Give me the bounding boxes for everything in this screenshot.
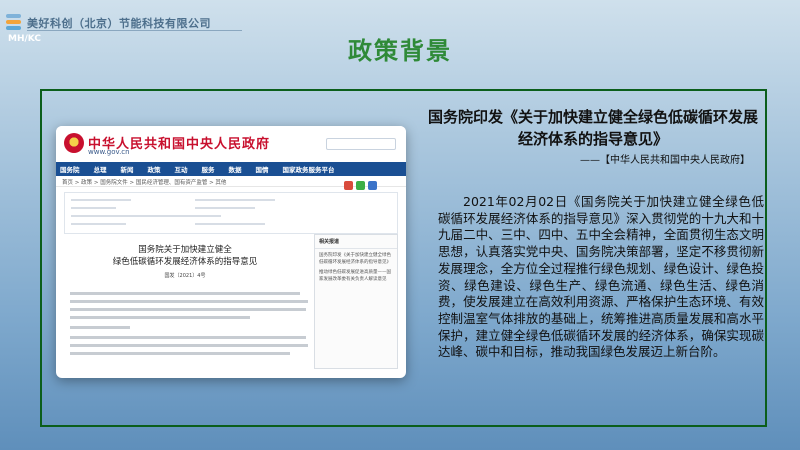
- gov-website-screenshot: 中华人民共和国中央人民政府 www.gov.cn 国务院 总理 新闻 政策 互动…: [56, 126, 406, 378]
- share-qzone-icon: [368, 181, 377, 190]
- policy-headline: 国务院印发《关于加快建立健全绿色低碳循环发展经济体系的指导意见》: [427, 108, 758, 148]
- gov-nav-item: 国务院: [60, 166, 80, 174]
- article-text-line: [70, 352, 290, 355]
- related-reports-heading: 相关报道: [315, 235, 397, 249]
- company-logo-icon: [6, 14, 22, 32]
- company-name: 美好科创（北京）节能科技有限公司: [27, 17, 211, 30]
- gov-nav-item: 政策: [147, 166, 161, 174]
- policy-source: ——【中华人民共和国中央人民政府】: [580, 155, 750, 166]
- share-wechat-icon: [356, 181, 365, 190]
- related-report-link: 国务院印发《关于加快建立健全绿色低碳循环发展经济体系的指导意见》: [319, 253, 391, 265]
- gov-nav-item: 服务: [201, 166, 215, 174]
- article-text-line: [70, 344, 308, 347]
- article-title: 国务院关于加快建立健全 绿色低碳循环发展经济体系的指导意见: [112, 245, 258, 267]
- article-text-line: [70, 336, 306, 339]
- article-text-line: [70, 300, 308, 303]
- gov-nav-item: 国家政务服务平台: [282, 166, 335, 174]
- document-meta-table: [64, 192, 398, 234]
- policy-body-text: 2021年02月02日《国务院关于加快建立健全绿色低碳循环发展经济体系的指导意见…: [438, 194, 764, 360]
- gov-site-header: 中华人民共和国中央人民政府 www.gov.cn: [56, 126, 406, 162]
- gov-nav-item: 总理: [93, 166, 107, 174]
- share-icons: [344, 181, 377, 190]
- article-number: 国发〔2021〕4号: [164, 273, 206, 279]
- national-emblem-icon: [64, 133, 84, 153]
- page-title: 政策背景: [348, 37, 452, 65]
- share-weibo-icon: [344, 181, 353, 190]
- article-text-line: [70, 292, 300, 295]
- gov-nav-item: 新闻: [120, 166, 134, 174]
- article-text-line: [70, 316, 250, 319]
- article-text-line: [70, 308, 306, 311]
- gov-site-url: www.gov.cn: [88, 148, 130, 156]
- gov-nav-item: 国情: [255, 166, 269, 174]
- related-reports-panel: 相关报道 国务院印发《关于加快建立健全绿色低碳循环发展经济体系的指导意见》 推动…: [314, 234, 398, 369]
- gov-search-box: [326, 138, 396, 150]
- gov-nav-item: 数据: [228, 166, 242, 174]
- gov-nav-bar: 国务院 总理 新闻 政策 互动 服务 数据 国情 国家政务服务平台: [56, 162, 406, 176]
- article-text-line: [70, 326, 130, 329]
- related-report-link: 推动绿色低碳发展促进高质量——国家发展改革委有关负责人解读意见: [319, 270, 391, 282]
- gov-nav-item: 互动: [174, 166, 188, 174]
